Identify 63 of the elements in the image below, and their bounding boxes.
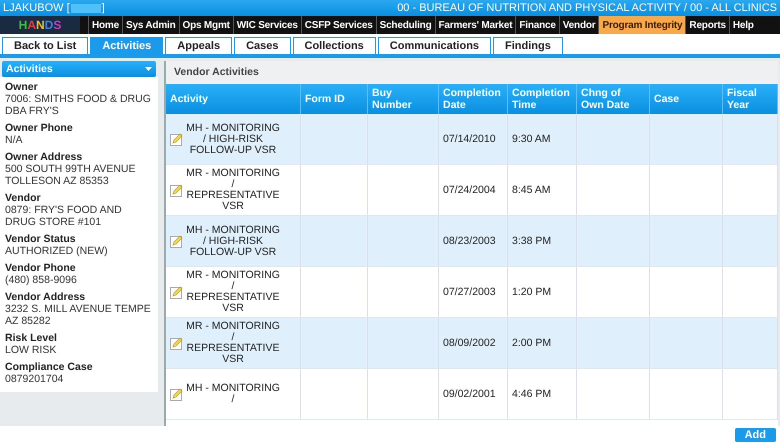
table-cell: 3:38 PM	[512, 235, 552, 247]
user-name: LJAKUBOW [	[3, 2, 70, 14]
table-cell: 08/23/2003	[443, 235, 496, 247]
table-cell: MR - MONITORING / REPRESENTATIVE VSR	[185, 321, 281, 365]
tab[interactable]: Findings	[493, 37, 563, 54]
caret-icon	[145, 67, 152, 71]
column-header: Case	[650, 84, 722, 114]
table-cell: 9:30 AM	[512, 133, 551, 145]
nav-item[interactable]: Program Integrity	[598, 16, 686, 34]
column-header: Completion Date	[438, 84, 508, 114]
table-cell: 8:45 AM	[512, 184, 551, 196]
edit-icon[interactable]	[170, 336, 183, 350]
field-value: 0879201704	[5, 373, 64, 385]
edit-icon[interactable]	[170, 184, 183, 196]
context-text: 00 - BUREAU OF NUTRITION AND PHYSICAL ACTIVITY / 00 - ALL CLINICS	[397, 2, 777, 14]
table-cell: 1:20 PM	[512, 286, 552, 298]
edit-icon[interactable]	[170, 286, 183, 298]
table-cell: MH - MONITORING / HIGH-RISK FOLLOW-UP VSR	[185, 122, 281, 156]
logo[interactable]: HANDS	[0, 16, 80, 34]
edit-icon[interactable]	[170, 132, 183, 146]
field-value: LOW RISK	[5, 344, 58, 356]
table-cell: MH - MONITORING /	[185, 383, 281, 405]
column-header: Activity	[166, 84, 300, 114]
table-cell: 2:00 PM	[512, 337, 552, 349]
field-label: Vendor Phone	[5, 262, 77, 274]
field-label: Owner Address	[5, 151, 84, 163]
field-label: Owner	[5, 81, 39, 93]
tab[interactable]: Collections	[292, 37, 376, 54]
tab[interactable]: Cases	[234, 37, 290, 54]
field-label: Vendor Address	[5, 291, 86, 303]
field-value: (480) 858-9096	[5, 274, 78, 286]
table-cell: 07/14/2010	[443, 133, 496, 145]
table-cell: 08/09/2002	[443, 337, 496, 349]
column-header: Form ID	[300, 84, 368, 114]
column-header: Fiscal Year	[722, 84, 778, 114]
field-label: Vendor Status	[5, 233, 76, 245]
table-cell: 07/27/2003	[443, 286, 496, 298]
tab[interactable]: Back to List	[2, 37, 88, 54]
field-value: AUTHORIZED (NEW)	[5, 245, 109, 257]
edit-icon[interactable]	[170, 388, 183, 400]
field-value: N/A	[5, 134, 24, 146]
column-header: Buy Number	[368, 84, 438, 114]
field-value: 3232 S. MILL AVENUE TEMPE AZ 85282	[5, 303, 152, 327]
field-label: Risk Level	[5, 332, 58, 344]
field-value: 7006: SMITHS FOOD & DRUG DBA FRY'S	[5, 93, 152, 117]
user-bracket: ]	[102, 2, 105, 14]
field-value: 0879: FRY'S FOOD AND DRUG STORE #101	[5, 204, 123, 228]
column-header: Chng of Own Date	[576, 84, 650, 114]
panel-title: Vendor Activities	[166, 61, 778, 84]
column-header: Completion Time	[508, 84, 576, 114]
table-cell: 07/24/2004	[443, 184, 496, 196]
field-label: Vendor	[5, 192, 42, 204]
field-value: 500 SOUTH 99TH AVENUE TOLLESON AZ 85353	[5, 163, 137, 187]
table-cell: MH - MONITORING / HIGH-RISK FOLLOW-UP VSR	[185, 224, 281, 258]
field-label: Owner Phone	[5, 122, 74, 134]
edit-icon[interactable]	[170, 234, 183, 248]
table-cell: 09/02/2001	[443, 388, 496, 400]
table-cell: MR - MONITORING / REPRESENTATIVE VSR	[185, 270, 281, 314]
tab[interactable]: Communications	[378, 37, 492, 54]
field-label: Compliance Case	[5, 361, 94, 373]
table-cell: 4:46 PM	[512, 388, 552, 400]
table-cell: MR - MONITORING / REPRESENTATIVE VSR	[185, 168, 281, 212]
tab[interactable]: Appeals	[165, 37, 232, 54]
